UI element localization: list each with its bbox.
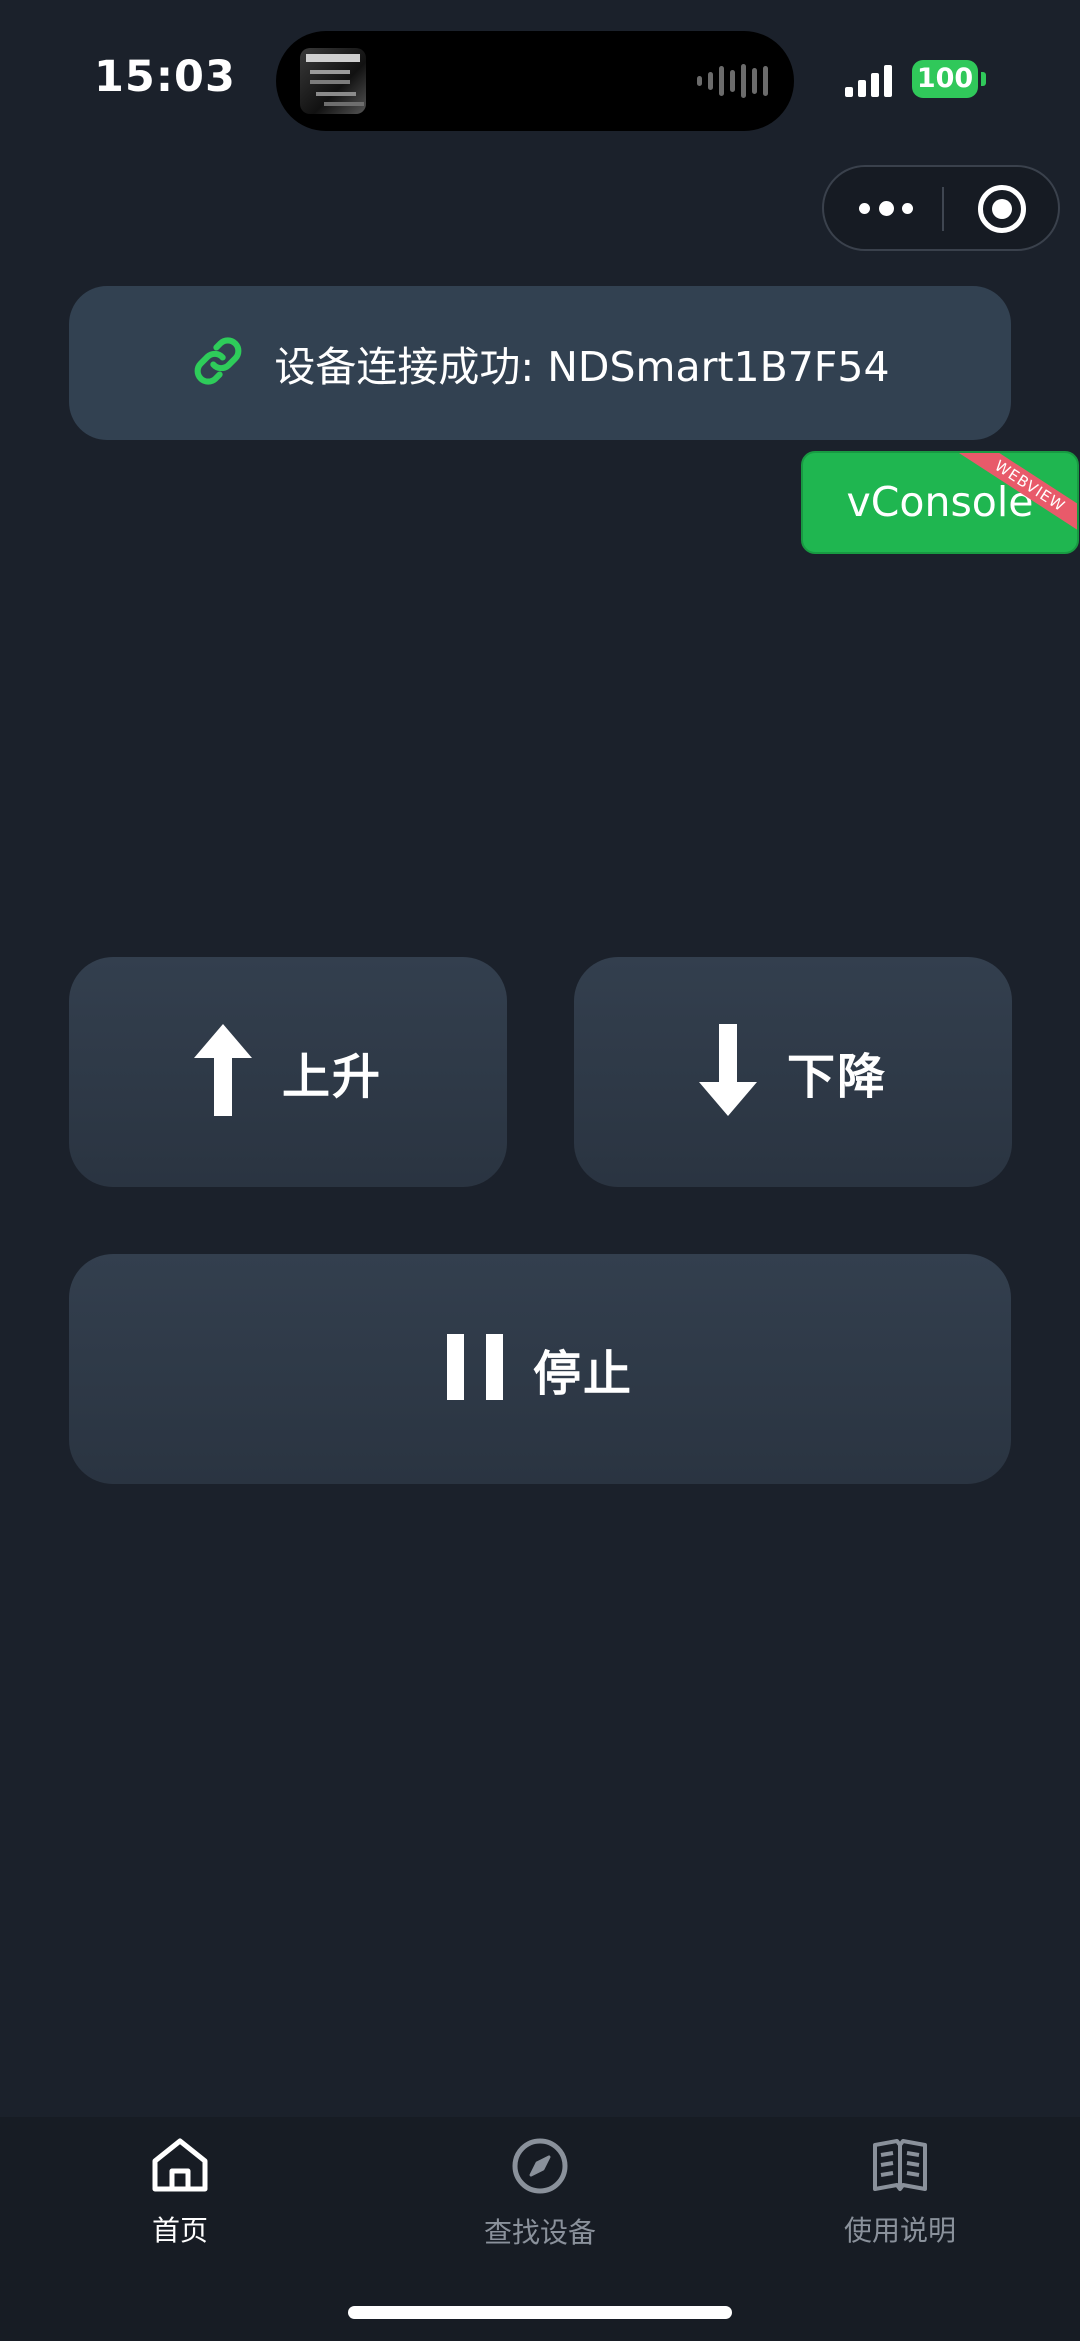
lower-button[interactable]: 下降 xyxy=(574,957,1012,1187)
stop-label: 停止 xyxy=(532,1346,633,1402)
more-dots-icon[interactable] xyxy=(859,200,913,216)
vconsole-label: vConsole xyxy=(846,478,1034,526)
audio-waveform-icon xyxy=(697,61,768,101)
now-playing-artwork xyxy=(300,48,366,114)
tab-home-label: 首页 xyxy=(151,2214,208,2247)
arrow-down-icon xyxy=(698,1024,757,1120)
tab-guide[interactable]: 使用说明 xyxy=(720,2117,1080,2257)
tab-guide-label: 使用说明 xyxy=(843,2214,956,2247)
target-circle-icon[interactable] xyxy=(978,185,1026,233)
home-indicator[interactable] xyxy=(348,2306,732,2319)
cellular-signal-icon xyxy=(845,63,892,97)
tab-home[interactable]: 首页 xyxy=(0,2117,360,2257)
screen: 15:03 100 设备连接成功: NDSmart1B7F54 vConsole… xyxy=(0,0,1080,2341)
connection-status-banner: 设备连接成功: NDSmart1B7F54 xyxy=(69,286,1011,440)
battery-tip xyxy=(981,72,986,86)
status-time: 15:03 xyxy=(94,52,236,102)
raise-button[interactable]: 上升 xyxy=(69,957,507,1187)
connection-status-text: 设备连接成功: NDSmart1B7F54 xyxy=(274,343,890,391)
stop-button[interactable]: 停止 xyxy=(69,1254,1011,1484)
tab-find-device[interactable]: 查找设备 xyxy=(360,2117,720,2257)
vconsole-button[interactable]: vConsole WEBVIEW xyxy=(801,451,1079,554)
battery-indicator: 100 xyxy=(912,60,978,98)
pause-icon xyxy=(446,1334,503,1404)
book-icon xyxy=(871,2137,929,2197)
capsule-divider xyxy=(942,187,944,231)
lower-label: 下降 xyxy=(786,1049,887,1105)
tab-find-device-label: 查找设备 xyxy=(483,2216,596,2249)
arrow-up-icon xyxy=(193,1024,252,1120)
home-icon xyxy=(151,2137,209,2197)
link-icon xyxy=(190,333,246,393)
raise-label: 上升 xyxy=(281,1049,382,1105)
dynamic-island[interactable] xyxy=(276,31,794,131)
compass-icon xyxy=(511,2137,569,2199)
miniprogram-capsule xyxy=(822,165,1060,251)
